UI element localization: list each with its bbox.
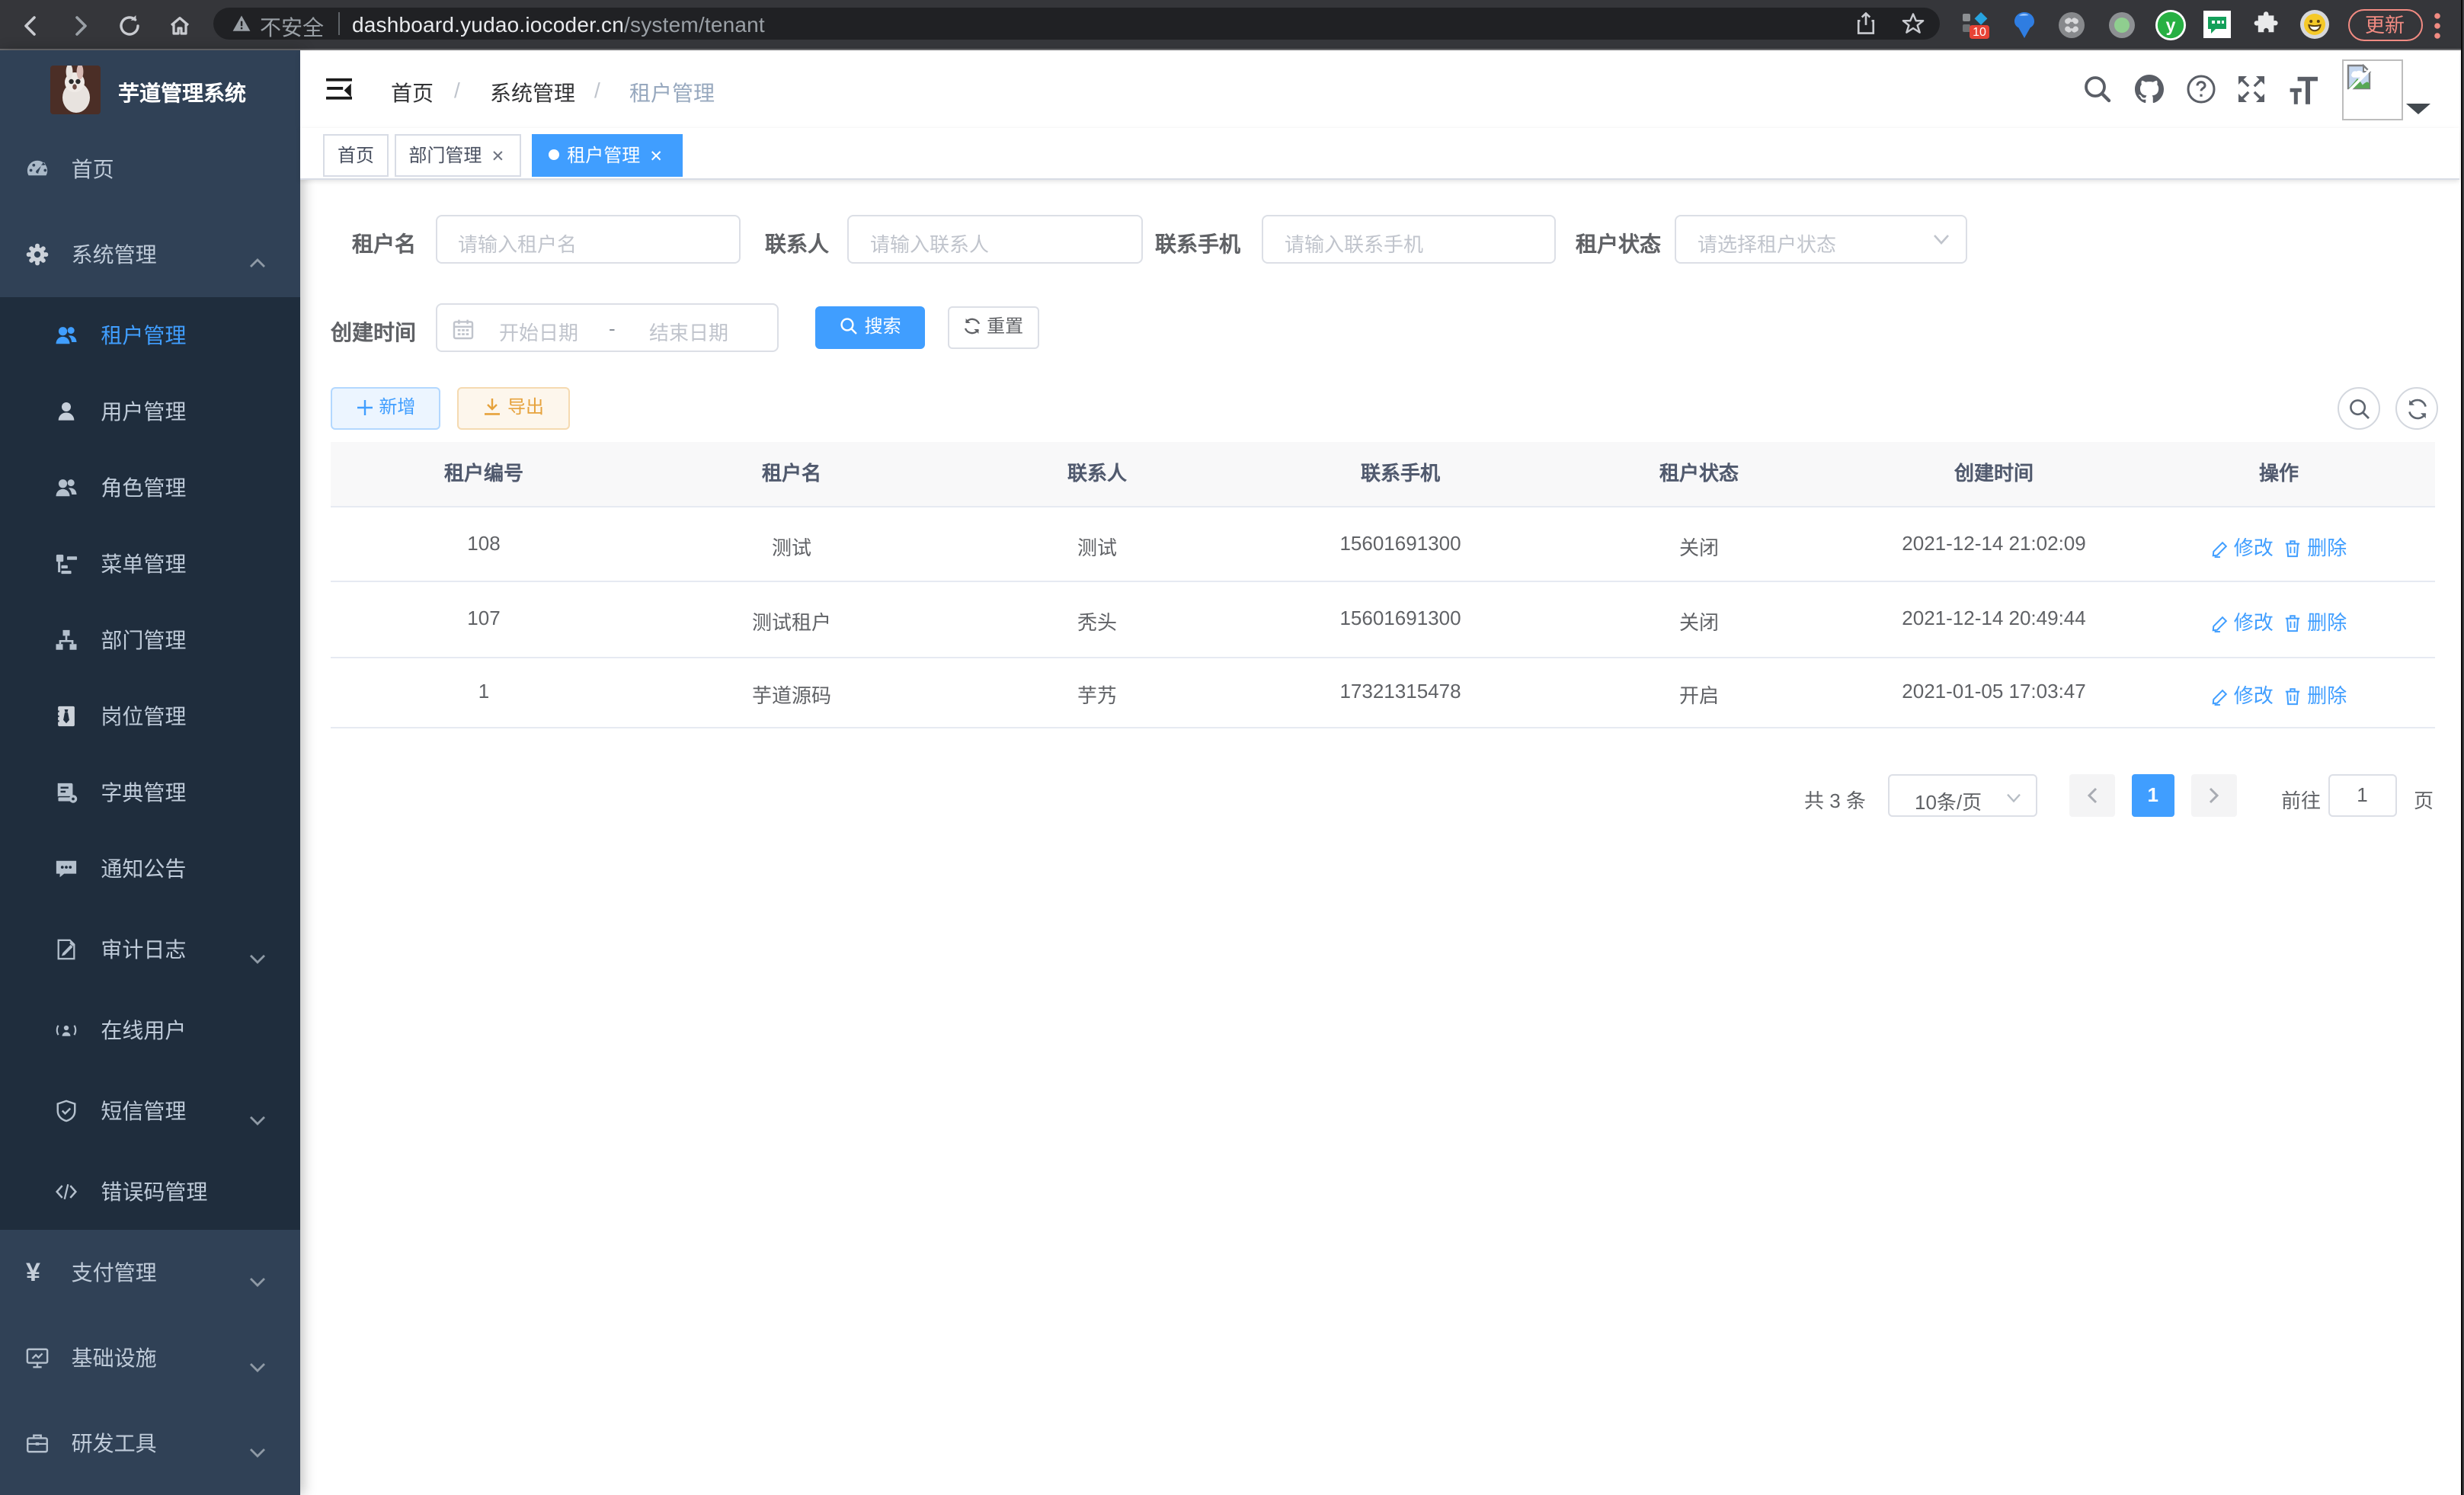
svg-text:10: 10 bbox=[1973, 26, 1986, 39]
svg-text:y: y bbox=[2166, 15, 2176, 35]
